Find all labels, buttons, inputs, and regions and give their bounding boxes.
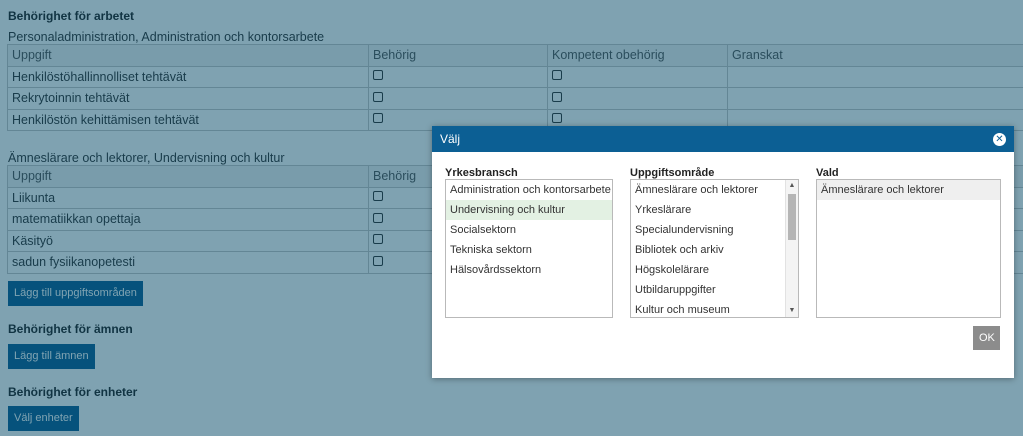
area-item[interactable]: Utbildaruppgifter: [631, 280, 798, 300]
dialog-title: Välj: [440, 132, 461, 146]
area-item[interactable]: Yrkeslärare: [631, 200, 798, 220]
ok-button[interactable]: OK: [973, 326, 1000, 350]
branch-list[interactable]: Administration och kontorsarbete Undervi…: [445, 179, 613, 318]
selected-item[interactable]: Ämneslärare och lektorer: [817, 180, 1000, 200]
scroll-down-icon[interactable]: ▼: [786, 305, 798, 317]
branch-item[interactable]: Hälsovårdssektorn: [446, 260, 612, 280]
area-list[interactable]: Ämneslärare och lektorer Yrkeslärare Spe…: [630, 179, 799, 318]
branch-item[interactable]: Tekniska sektorn: [446, 240, 612, 260]
area-label: Uppgiftsområde: [630, 167, 715, 179]
branch-item[interactable]: Administration och kontorsarbete: [446, 180, 612, 200]
selected-label: Vald: [816, 167, 839, 179]
area-scrollbar[interactable]: ▲ ▼: [785, 180, 798, 317]
area-item[interactable]: Specialundervisning: [631, 220, 798, 240]
selected-list[interactable]: Ämneslärare och lektorer: [816, 179, 1001, 318]
scroll-up-icon[interactable]: ▲: [786, 180, 798, 192]
branch-label: Yrkesbransch: [445, 167, 518, 179]
branch-item[interactable]: Socialsektorn: [446, 220, 612, 240]
area-item[interactable]: Bibliotek och arkiv: [631, 240, 798, 260]
branch-item-selected[interactable]: Undervisning och kultur: [446, 200, 612, 220]
area-item[interactable]: Ämneslärare och lektorer: [631, 180, 798, 200]
close-icon[interactable]: ✕: [993, 133, 1006, 146]
select-dialog: Välj ✕ Yrkesbransch Administration och k…: [432, 126, 1014, 378]
area-item[interactable]: Kultur och museum: [631, 300, 798, 317]
area-item[interactable]: Högskolelärare: [631, 260, 798, 280]
dialog-header: Välj ✕: [432, 126, 1014, 152]
scroll-thumb[interactable]: [788, 194, 796, 240]
